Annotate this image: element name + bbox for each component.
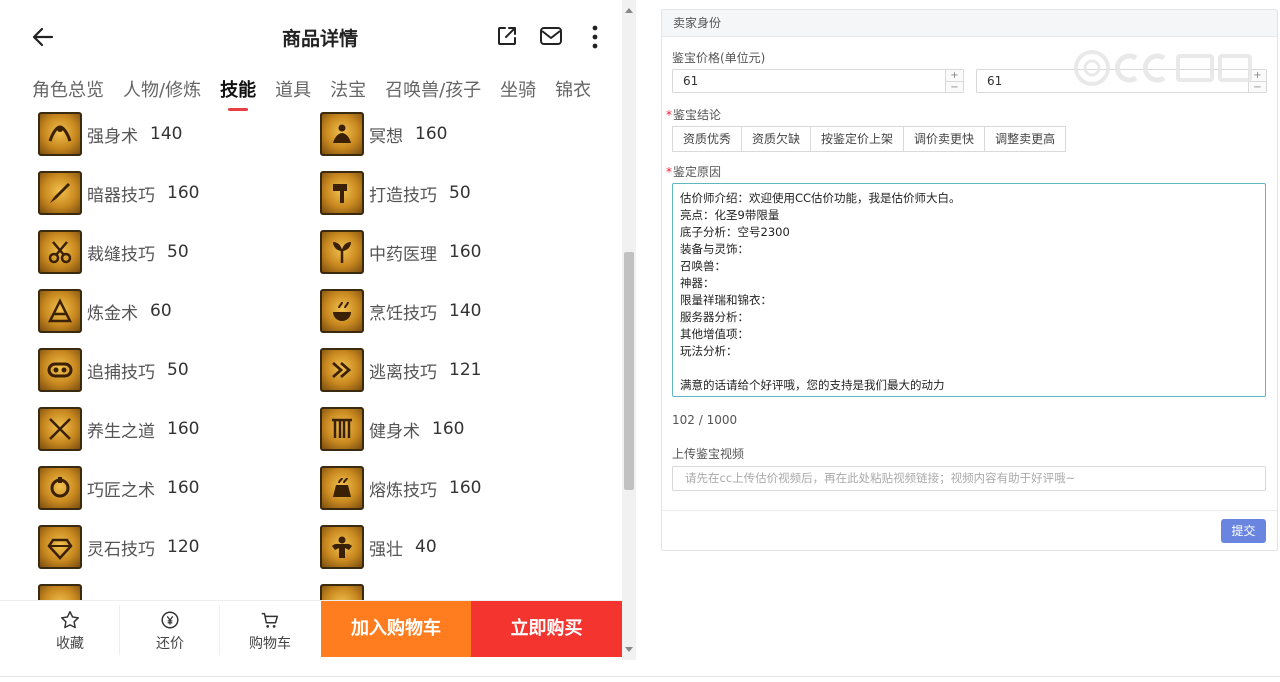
gem-icon [38, 525, 82, 569]
bottom-action-bar: 收藏 还价 购物车 加入购物车 立即购买 [0, 600, 622, 657]
skill-item: 冥想 160 [320, 112, 447, 156]
skill-grid: 强身术 140 冥想 160 暗器技巧 160 打造技巧 50 裁缝技巧 50 中药医理 1… [0, 112, 622, 602]
skill-item: 健身术 160 [320, 407, 464, 451]
submit-button[interactable]: 提交 [1221, 519, 1266, 543]
skill-item: 强身术 140 [38, 112, 182, 156]
tab-outfits[interactable]: 锦衣 [555, 76, 591, 102]
muscle-icon [320, 525, 364, 569]
skill-item: 中药医理 160 [320, 230, 481, 274]
smelting-icon [320, 466, 364, 510]
skill-item: 烹饪技巧 140 [320, 289, 481, 333]
character-counter: 102 / 1000 [672, 413, 738, 427]
skill-item: 追捕技巧 50 [38, 348, 189, 392]
favorite-button[interactable]: 收藏 [20, 601, 120, 657]
conclusion-option-sell-higher[interactable]: 调整卖更高 [984, 126, 1067, 152]
bargain-button[interactable]: 还价 [120, 601, 220, 657]
tab-mounts[interactable]: 坐骑 [500, 76, 536, 102]
yen-coin-icon [161, 611, 179, 629]
detail-tabs: 角色总览 人物/修炼 技能 道具 法宝 召唤兽/孩子 坐骑 锦衣 [32, 76, 632, 116]
escape-icon [320, 348, 364, 392]
stepper: + − [945, 70, 963, 93]
scissors-icon [38, 230, 82, 274]
increment-icon[interactable]: + [946, 70, 963, 82]
conclusion-option-excellent[interactable]: 资质优秀 [672, 126, 743, 152]
skill-item: 巧匠之术 160 [38, 466, 199, 510]
skill-item: 打造技巧 50 [320, 171, 471, 215]
divider [0, 676, 1280, 677]
scroll-up-arrow-icon[interactable] [625, 8, 633, 13]
tab-overview[interactable]: 角色总览 [32, 76, 104, 102]
skill-item: 养生之道 160 [38, 407, 199, 451]
product-detail-view: 商品详情 角色总览 人物/修炼 技能 道具 法宝 召唤兽/孩子 坐骑 锦衣 强身术 140 冥想… [0, 0, 636, 660]
tab-skills[interactable]: 技能 [220, 76, 256, 111]
tab-character[interactable]: 人物/修炼 [123, 76, 201, 102]
reason-textarea[interactable]: 估价师介绍：欢迎使用CC估价功能，我是估价师大白。 亮点：化圣9带限量 底子分析… [672, 183, 1266, 397]
skill-item: 暗器技巧 160 [38, 171, 199, 215]
tab-summons[interactable]: 召唤兽/孩子 [385, 76, 481, 102]
shackle-icon [38, 348, 82, 392]
conclusion-option-list-at-price[interactable]: 按鉴定价上架 [810, 126, 905, 152]
star-icon [61, 611, 79, 629]
skill-item: 裁缝技巧 50 [38, 230, 189, 274]
required-marker: * [666, 108, 672, 122]
message-icon[interactable] [539, 25, 563, 47]
vertical-scrollbar[interactable] [622, 0, 636, 660]
skill-item: 灵石技巧 120 [38, 525, 199, 569]
conclusion-option-sell-faster[interactable]: 调价卖更快 [903, 126, 986, 152]
fitness-icon [320, 407, 364, 451]
top-header: 商品详情 [0, 0, 622, 72]
tab-items[interactable]: 道具 [275, 76, 311, 102]
conclusion-option-lacking[interactable]: 资质欠缺 [741, 126, 812, 152]
more-vertical-icon[interactable] [585, 24, 605, 50]
cooking-icon [320, 289, 364, 333]
alchemy-icon [38, 289, 82, 333]
hammer-icon [320, 171, 364, 215]
scroll-down-arrow-icon[interactable] [625, 647, 633, 652]
section-title: 卖家身份 [662, 10, 1277, 37]
decrement-icon[interactable]: − [946, 82, 963, 93]
price-min-input[interactable]: 61 + − [672, 69, 964, 93]
skill-item: 逃离技巧 121 [320, 348, 481, 392]
dart-icon [38, 171, 82, 215]
divider [662, 510, 1277, 511]
conclusion-label: *鉴宝结论 [666, 108, 722, 122]
required-marker: * [666, 165, 672, 179]
strength-icon [38, 112, 82, 156]
craftsman-icon [38, 466, 82, 510]
cart-button[interactable]: 购物车 [220, 601, 320, 657]
meditation-icon [320, 112, 364, 156]
video-label: 上传鉴宝视频 [672, 447, 745, 461]
cc-watermark-logo [1074, 50, 1252, 86]
conclusion-button-group: 资质优秀 资质欠缺 按鉴定价上架 调价卖更快 调整卖更高 [672, 126, 1067, 152]
skill-item: 炼金术 60 [38, 289, 172, 333]
tab-treasure[interactable]: 法宝 [330, 76, 366, 102]
shopping-cart-icon [261, 612, 279, 628]
share-icon[interactable] [495, 24, 519, 48]
skill-item: 强壮 40 [320, 525, 437, 569]
scroll-thumb[interactable] [624, 252, 634, 490]
appraisal-form-panel: 卖家身份 鉴宝价格(单位元) 61 + − 61 + − *鉴宝结论 资质优秀 … [661, 9, 1278, 551]
video-link-input[interactable]: 请先在cc上传估价视频后，再在此处粘贴视频链接；视频内容有助于好评哦~ [672, 466, 1266, 491]
herb-icon [320, 230, 364, 274]
health-icon [38, 407, 82, 451]
buy-now-button[interactable]: 立即购买 [471, 601, 622, 657]
skill-item: 熔炼技巧 160 [320, 466, 481, 510]
add-to-cart-button[interactable]: 加入购物车 [321, 601, 471, 657]
reason-label: *鉴定原因 [666, 165, 722, 179]
price-label: 鉴宝价格(单位元) [672, 51, 766, 65]
